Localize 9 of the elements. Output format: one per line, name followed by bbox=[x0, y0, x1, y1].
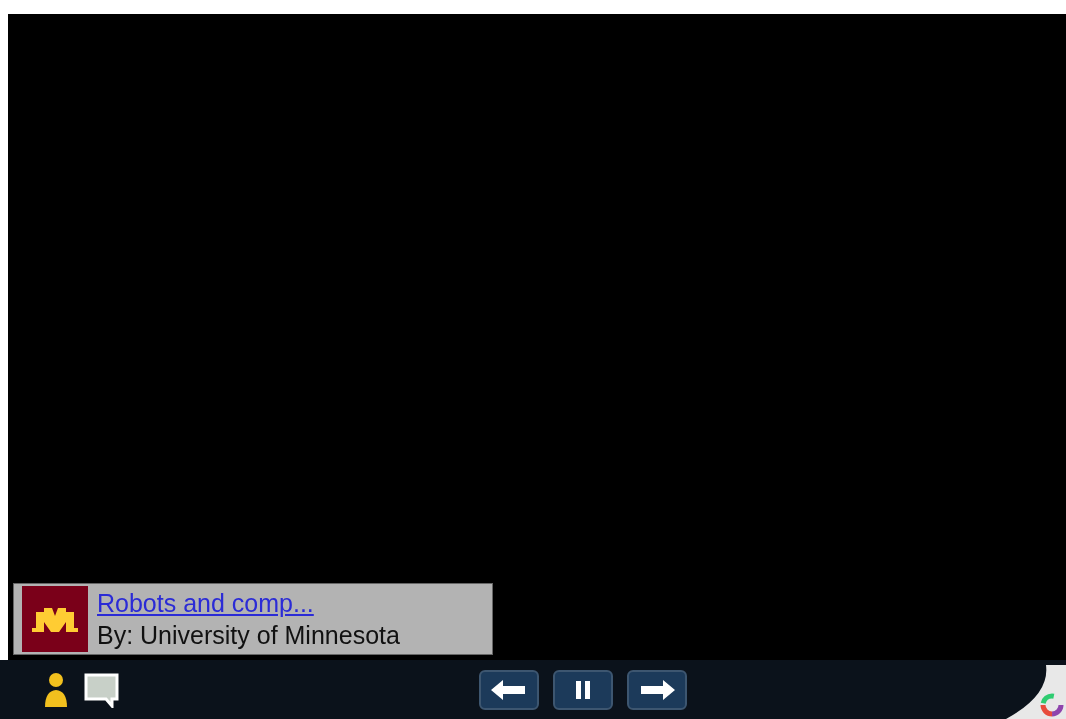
comment-icon[interactable] bbox=[84, 671, 120, 708]
previous-button[interactable] bbox=[479, 669, 539, 710]
author-text: By: University of Minnesota bbox=[97, 620, 400, 651]
next-button[interactable] bbox=[627, 669, 687, 710]
pause-button[interactable] bbox=[553, 669, 613, 710]
page-curl-icon[interactable] bbox=[1006, 665, 1066, 719]
person-icon[interactable] bbox=[42, 670, 70, 709]
video-title-link[interactable]: Robots and comp... bbox=[97, 587, 400, 619]
logo-icon bbox=[22, 586, 88, 652]
